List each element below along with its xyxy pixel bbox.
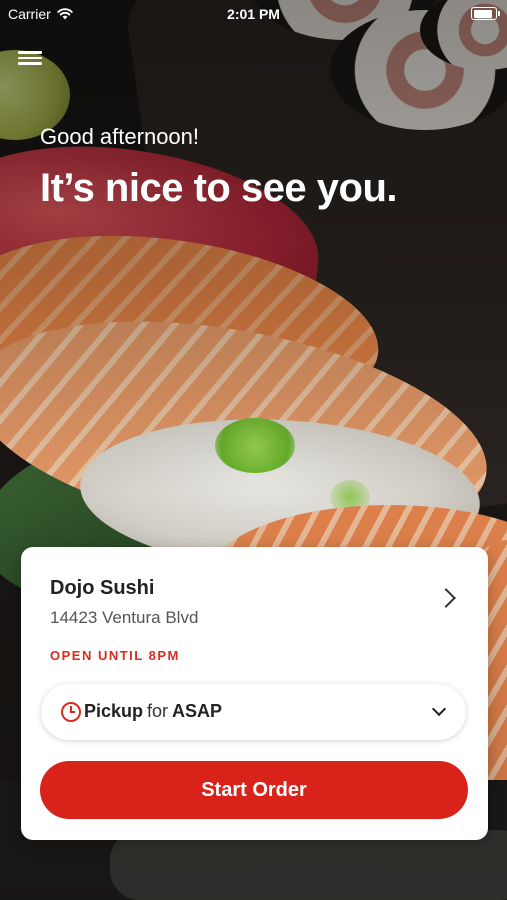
store-hours-status: OPEN UNTIL 8PM — [50, 648, 180, 663]
greeting-title: It’s nice to see you. — [40, 166, 398, 210]
store-address: 14423 Ventura Blvd — [50, 608, 199, 627]
greeting-subtitle: Good afternoon! — [40, 124, 200, 149]
order-mode-text: Pickup for ASAP — [84, 701, 222, 722]
order-mode-selector[interactable]: Pickup for ASAP — [41, 684, 466, 740]
store-details-link[interactable]: Dojo Sushi 14423 Ventura Blvd — [21, 547, 488, 632]
start-order-button[interactable]: Start Order — [40, 761, 468, 819]
battery-fill — [473, 9, 492, 18]
order-mode-connector: for — [147, 701, 169, 721]
store-name: Dojo Sushi — [50, 577, 155, 599]
chevron-right-icon — [436, 588, 456, 608]
clock-icon — [61, 702, 81, 722]
store-card: Dojo Sushi 14423 Ventura Blvd OPEN UNTIL… — [21, 547, 488, 840]
order-time-label: ASAP — [172, 701, 223, 721]
home-screen: Carrier 2:01 PM Good afternoon! It’s nic… — [0, 0, 507, 900]
battery-icon — [471, 7, 500, 20]
order-mode-label: Pickup — [84, 701, 144, 721]
menu-icon[interactable] — [18, 48, 42, 68]
status-bar: Carrier 2:01 PM — [0, 0, 507, 28]
chevron-down-icon — [431, 701, 447, 717]
status-time: 2:01 PM — [227, 6, 280, 22]
